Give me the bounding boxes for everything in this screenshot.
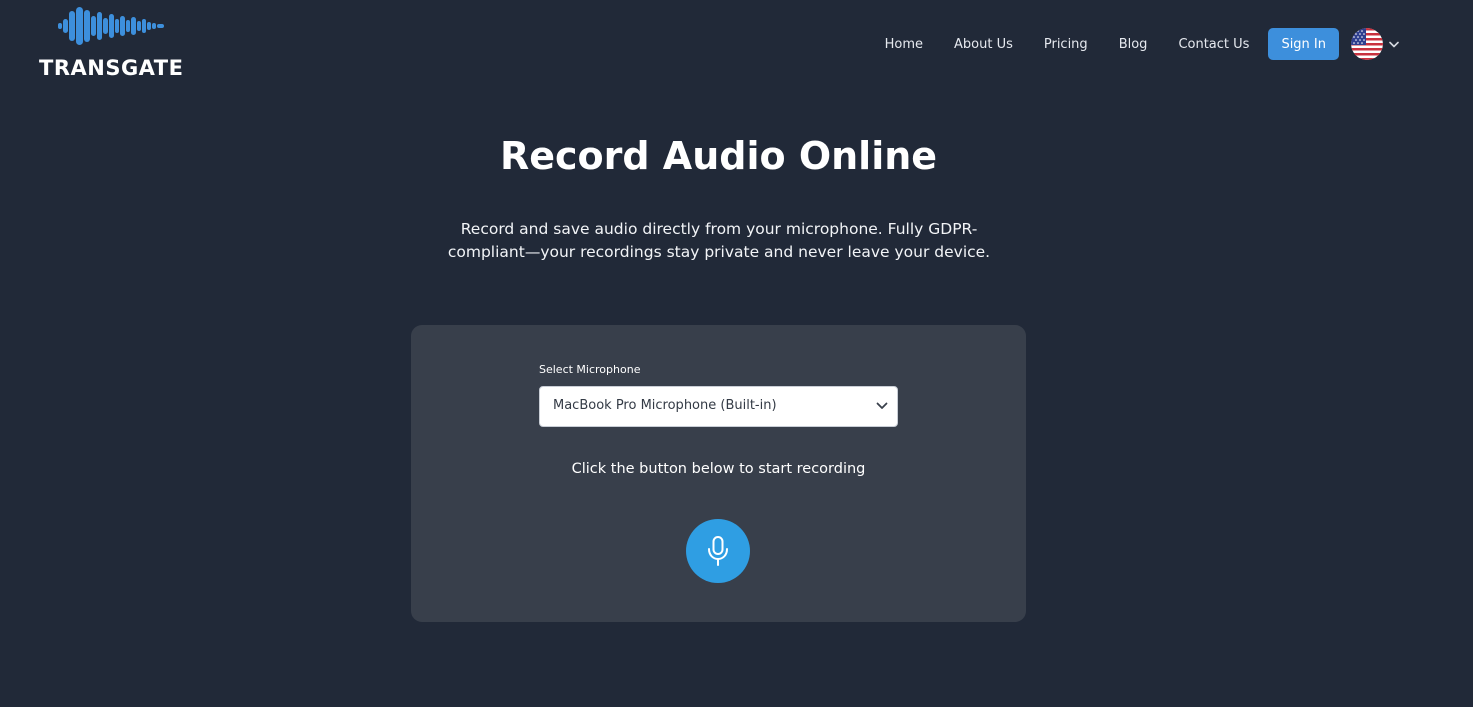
nav-contact-us-link[interactable]: Contact Us — [1178, 37, 1249, 52]
logo-wordmark: TRANSGATE — [39, 56, 184, 80]
main-nav: Home About Us Pricing Blog Contact Us Si… — [885, 28, 1399, 60]
us-flag-icon — [1351, 28, 1383, 60]
chevron-down-icon — [876, 402, 888, 409]
nav-home-link[interactable]: Home — [885, 37, 923, 52]
nav-about-us-link[interactable]: About Us — [954, 37, 1013, 52]
nav-pricing-link[interactable]: Pricing — [1044, 37, 1088, 52]
soundwave-logo-icon — [58, 7, 164, 45]
microphone-icon — [708, 536, 728, 566]
transgate-logo[interactable]: TRANSGATE — [38, 6, 188, 82]
nav-blog-link[interactable]: Blog — [1119, 37, 1148, 52]
sign-in-button[interactable]: Sign In — [1268, 28, 1339, 60]
language-selector[interactable] — [1351, 28, 1399, 60]
microphone-select[interactable]: MacBook Pro Microphone (Built-in) — [539, 386, 898, 427]
page-subtitle: Record and save audio directly from your… — [447, 220, 991, 261]
page-title: Record Audio Online — [499, 134, 938, 178]
chevron-down-icon — [1389, 41, 1399, 47]
microphone-select-value: MacBook Pro Microphone (Built-in) — [553, 398, 777, 413]
recording-hint: Click the button below to start recordin… — [571, 461, 866, 477]
microphone-select-label: Select Microphone — [539, 363, 641, 376]
record-button[interactable] — [686, 519, 750, 583]
site-header: TRANSGATE Home About Us Pricing Blog Con… — [0, 0, 1473, 90]
recorder-card: Select Microphone MacBook Pro Microphone… — [411, 325, 1026, 622]
